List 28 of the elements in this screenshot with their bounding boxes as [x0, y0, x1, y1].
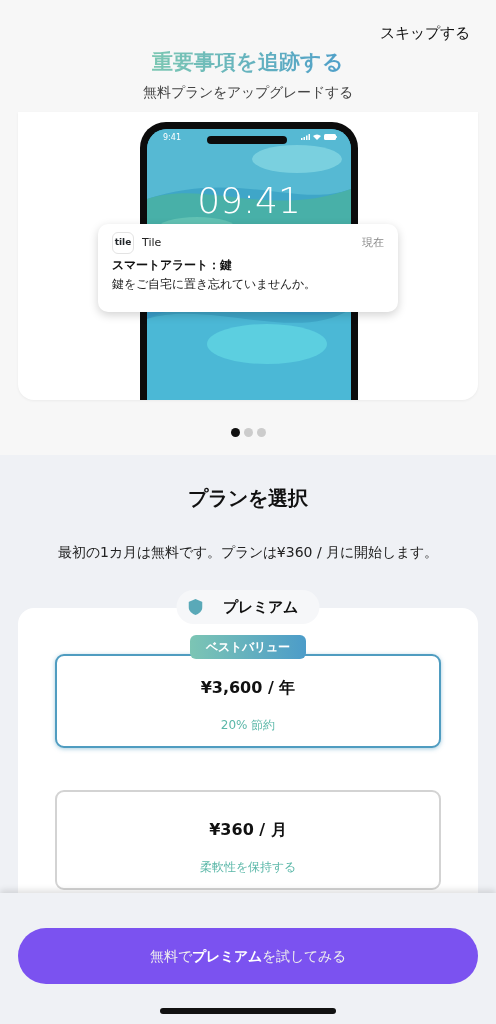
- plan-option[interactable]: ¥360 / 月 柔軟性を保持する: [55, 790, 441, 890]
- battery-icon: [324, 134, 337, 140]
- notification-body: 鍵をご自宅に置き忘れていませんか。: [112, 276, 317, 292]
- plan-price: ¥360 / 月: [209, 819, 287, 841]
- section-title: プランを選択: [188, 485, 308, 512]
- plan-note: 20% 節約: [220, 717, 276, 734]
- signal-icon: [301, 134, 310, 140]
- notification-time: 現在: [362, 234, 384, 251]
- plan-description: 最初の1カ月は無料です。プランは¥360 / 月に開始します。: [57, 543, 439, 562]
- try-premium-button[interactable]: 無料でプレミアムを試してみる: [18, 928, 478, 984]
- carousel-dot[interactable]: [256, 428, 266, 437]
- app-name: Tile: [142, 234, 162, 251]
- best-value-badge: ベストバリュー: [190, 635, 306, 659]
- lock-screen-clock: 09:41: [197, 179, 301, 223]
- carousel-dot[interactable]: [230, 428, 240, 437]
- app-icon: tile: [112, 232, 134, 254]
- plan-option[interactable]: ¥3,600 / 年 20% 節約: [55, 654, 441, 748]
- notification-title: スマートアラート：鍵: [112, 257, 233, 273]
- plan-price: ¥3,600 / 年: [200, 677, 296, 699]
- tier-name: プレミアム: [222, 596, 298, 618]
- status-time: 9:41: [163, 132, 181, 144]
- page-title: 重要事項を追跡する: [152, 48, 344, 76]
- wifi-icon: [313, 134, 321, 140]
- page-subtitle: 無料プランをアップグレードする: [143, 83, 353, 102]
- carousel-dot[interactable]: [243, 428, 253, 437]
- shield-icon: [188, 599, 203, 615]
- plan-note: 柔軟性を保持する: [200, 859, 296, 876]
- skip-button[interactable]: スキップする: [380, 22, 478, 44]
